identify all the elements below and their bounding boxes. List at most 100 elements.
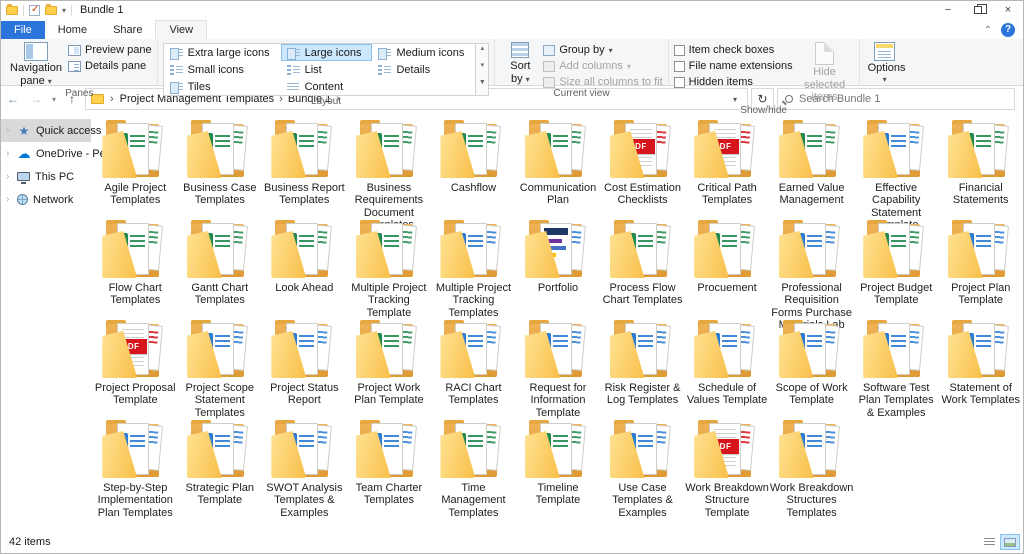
folder-item[interactable]: Scope of Work Template — [769, 316, 854, 416]
folder-item[interactable]: PDFCritical Path Templates — [685, 116, 770, 216]
tab-file[interactable]: File — [1, 21, 45, 39]
folder-icon — [607, 219, 679, 282]
folder-item[interactable]: Use Case Templates & Examples — [600, 416, 685, 516]
preview-pane-button[interactable]: Preview pane — [68, 44, 152, 56]
folder-icon — [99, 219, 171, 282]
folder-item[interactable]: Look Ahead — [262, 216, 347, 316]
folder-item[interactable]: Multiple Project Tracking Templates — [431, 216, 516, 316]
folder-item[interactable]: Gantt Chart Templates — [178, 216, 263, 316]
folder-item[interactable]: Risk Register & Log Templates — [600, 316, 685, 416]
folder-item[interactable]: Project Plan Template — [938, 216, 1023, 316]
folder-label: Work Breakdown Structure Template — [685, 482, 769, 519]
restore-button[interactable] — [963, 1, 993, 19]
customize-quick-access-toolbar-icon[interactable]: ▾ — [62, 6, 66, 15]
folder-item[interactable]: PDFWork Breakdown Structure Template — [685, 416, 770, 516]
checkbox-hidden-items[interactable]: Hidden items — [674, 76, 793, 88]
quick-access-toolbar-folder-icon[interactable] — [45, 6, 57, 15]
size-all-columns-button[interactable]: Size all columns to fit — [543, 76, 662, 88]
details-pane-button[interactable]: Details pane — [68, 60, 152, 72]
layout-option-medium-icons[interactable]: Medium icons — [372, 44, 475, 61]
folder-item[interactable]: Procuement — [685, 216, 770, 316]
folder-item[interactable]: Request for Information Template — [516, 316, 601, 416]
folder-item[interactable]: PDFCost Estimation Checklists — [600, 116, 685, 216]
layout-option-details[interactable]: Details — [372, 61, 475, 78]
layout-option-label: Content — [305, 81, 344, 93]
layout-option-extra-large-icons[interactable]: Extra large icons — [164, 44, 281, 61]
add-columns-button[interactable]: Add columns ▾ — [543, 60, 662, 72]
folder-item[interactable]: Portfolio — [516, 216, 601, 316]
tab-view[interactable]: View — [155, 20, 207, 39]
layout-option-content[interactable]: Content — [281, 78, 373, 95]
sidebar-item-network[interactable]: Network — [1, 188, 91, 211]
layout-option-list[interactable]: List — [281, 61, 373, 78]
folder-item[interactable]: Strategic Plan Template — [178, 416, 263, 516]
gallery-more-icon[interactable]: ▼ — [476, 78, 488, 95]
sidebar-item-onedrive-personal[interactable]: OneDrive - Personal — [1, 142, 91, 165]
folder-item[interactable]: Communication Plan — [516, 116, 601, 216]
gallery-scroll-down-icon[interactable]: ▾ — [476, 61, 488, 78]
folder-item[interactable]: Effective Capability Statement Template — [854, 116, 939, 216]
gallery-scroll-up-icon[interactable]: ▴ — [476, 44, 488, 61]
file-list-area: Agile Project TemplatesBusiness Case Tem… — [91, 112, 1023, 531]
close-button[interactable]: × — [993, 1, 1023, 19]
large-icons-view-button[interactable] — [1000, 534, 1020, 550]
folder-item[interactable]: RACI Chart Templates — [431, 316, 516, 416]
folder-item[interactable]: Team Charter Templates — [347, 416, 432, 516]
sort-by-button[interactable]: Sort by ▾ — [500, 41, 540, 86]
sidebar-item-quick-access[interactable]: Quick access — [1, 119, 91, 142]
collapse-ribbon-icon[interactable]: ⌃ — [984, 25, 992, 36]
folder-item[interactable]: Flow Chart Templates — [93, 216, 178, 316]
folder-item[interactable]: Business Case Templates — [178, 116, 263, 216]
doc-text-lines — [384, 435, 399, 450]
folder-item[interactable]: PDFProject Proposal Template — [93, 316, 178, 416]
folder-item[interactable]: Statement of Work Templates — [938, 316, 1023, 416]
tab-share[interactable]: Share — [100, 21, 155, 39]
folder-item[interactable]: Cashflow — [431, 116, 516, 216]
folder-item[interactable]: Professional Requisition Forms Purchase … — [769, 216, 854, 316]
checkbox-file-name-extensions[interactable]: File name extensions — [674, 60, 793, 72]
folder-item[interactable]: Financial Statements — [938, 116, 1023, 216]
details-view-button[interactable] — [979, 534, 999, 550]
checkbox-label: Item check boxes — [689, 44, 775, 56]
layout-option-large-icons[interactable]: Large icons — [281, 44, 373, 61]
folder-item[interactable]: Agile Project Templates — [93, 116, 178, 216]
hide-selected-items-button[interactable]: Hide selected items — [796, 41, 854, 105]
tab-home[interactable]: Home — [45, 21, 100, 39]
folder-item[interactable]: Schedule of Values Template — [685, 316, 770, 416]
folder-item[interactable]: Work Breakdown Structures Templates — [769, 416, 854, 516]
folder-item[interactable]: Project Scope Statement Templates — [178, 316, 263, 416]
layout-gallery: Extra large iconsSmall iconsTilesLarge i… — [163, 43, 490, 96]
group-by-button[interactable]: Group by ▾ — [543, 44, 662, 56]
folder-item[interactable]: Project Status Report — [262, 316, 347, 416]
folder-item[interactable]: Multiple Project Tracking Template — [347, 216, 432, 316]
sort-by-icon — [511, 42, 529, 58]
folder-item[interactable]: Process Flow Chart Templates — [600, 216, 685, 316]
folder-item[interactable]: Timeline Template — [516, 416, 601, 516]
folder-item[interactable]: Earned Value Management — [769, 116, 854, 216]
navigation-pane-button[interactable]: Navigation pane ▾ — [7, 41, 65, 88]
quick-access-toolbar-check-icon[interactable] — [29, 5, 40, 16]
folder-icon — [268, 119, 340, 182]
folder-icon — [437, 119, 509, 182]
folder-item[interactable]: Project Work Plan Template — [347, 316, 432, 416]
folder-item[interactable]: Project Budget Template — [854, 216, 939, 316]
folder-icon — [522, 119, 594, 182]
doc-text-lines — [299, 435, 314, 450]
folder-item[interactable]: Time Management Templates — [431, 416, 516, 516]
folder-label: Scope of Work Template — [770, 382, 854, 407]
folder-item[interactable]: Business Requirements Document Templates — [347, 116, 432, 216]
folder-icon: PDF — [99, 319, 171, 382]
layout-option-small-icons[interactable]: Small icons — [164, 61, 281, 78]
sidebar-item-this-pc[interactable]: This PC — [1, 165, 91, 188]
folder-item[interactable]: SWOT Analysis Templates & Examples — [262, 416, 347, 516]
layout-option-tiles[interactable]: Tiles — [164, 78, 281, 95]
folder-icon — [437, 319, 509, 382]
folder-item[interactable]: Step-by-Step Implementation Plan Templat… — [93, 416, 178, 516]
options-button[interactable]: Options ▾ — [865, 41, 905, 85]
doc-text-lines — [807, 435, 822, 450]
folder-item[interactable]: Software Test Plan Templates & Examples — [854, 316, 939, 416]
folder-item[interactable]: Business Report Templates — [262, 116, 347, 216]
checkbox-item-check-boxes[interactable]: Item check boxes — [674, 44, 793, 56]
minimize-button[interactable]: − — [933, 1, 963, 19]
help-icon[interactable]: ? — [1001, 23, 1015, 37]
